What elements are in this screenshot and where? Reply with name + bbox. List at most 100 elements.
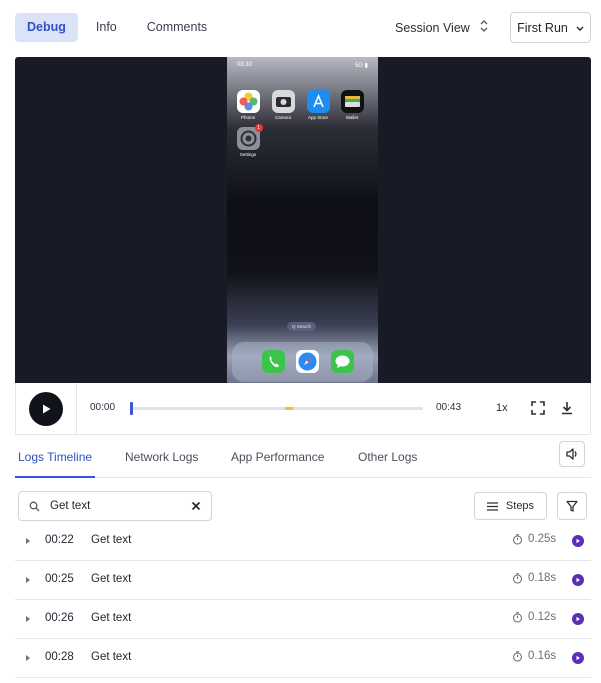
log-command: Get text xyxy=(91,534,132,546)
expand-caret-icon[interactable] xyxy=(26,655,30,661)
log-duration: 0.25s xyxy=(512,533,556,545)
home-search-pill: Q Search xyxy=(287,322,316,331)
app-photos: Photos xyxy=(236,90,260,120)
log-duration-value: 0.25s xyxy=(528,533,557,545)
device-dock xyxy=(232,342,373,382)
search-icon xyxy=(29,501,40,511)
log-timestamp: 00:25 xyxy=(45,573,74,585)
chevron-updown-icon xyxy=(480,19,488,36)
top-tabs: Debug Info Comments xyxy=(15,13,219,42)
app-store-icon xyxy=(306,90,330,113)
download-icon[interactable] xyxy=(559,400,575,416)
app-label: App Store xyxy=(307,115,328,120)
tab-info[interactable]: Info xyxy=(84,13,129,42)
chevron-down-icon xyxy=(576,21,584,35)
safari-icon xyxy=(295,350,319,373)
log-command: Get text xyxy=(91,573,132,585)
device-screen: 08:33 5G ▮ Photos Camera App Store Walle… xyxy=(227,57,378,383)
filter-icon xyxy=(566,500,578,512)
stopwatch-icon xyxy=(512,650,523,662)
app-camera: Camera xyxy=(271,90,295,120)
play-icon xyxy=(43,404,51,413)
dock-safari xyxy=(295,350,319,373)
tab-debug[interactable]: Debug xyxy=(15,13,78,42)
filter-button[interactable] xyxy=(557,492,587,520)
stopwatch-icon xyxy=(512,611,523,623)
dock-messages xyxy=(330,350,354,373)
stopwatch-icon xyxy=(512,533,523,545)
expand-caret-icon[interactable] xyxy=(26,577,30,583)
fullscreen-icon[interactable] xyxy=(530,400,546,416)
steps-button[interactable]: Steps xyxy=(474,492,547,520)
run-select-label: First Run xyxy=(517,20,568,35)
log-timestamp: 00:22 xyxy=(45,534,74,546)
log-search xyxy=(18,491,212,521)
settings-icon: 1 xyxy=(236,124,263,150)
messages-icon xyxy=(330,350,354,373)
log-row[interactable]: 00:26 Get text 0.12s xyxy=(15,600,591,639)
camera-icon xyxy=(271,90,295,113)
sound-button[interactable] xyxy=(559,441,585,467)
log-timestamp: 00:28 xyxy=(45,651,74,663)
log-row[interactable]: 00:22 Get text 0.25s xyxy=(15,522,591,561)
session-view-select[interactable]: Session View xyxy=(395,13,488,42)
app-label: Camera xyxy=(274,115,291,120)
total-time: 00:43 xyxy=(436,402,462,413)
log-duration-value: 0.18s xyxy=(528,572,557,584)
log-command: Get text xyxy=(91,651,132,663)
log-duration-value: 0.16s xyxy=(528,650,557,662)
log-timestamp: 00:26 xyxy=(45,612,74,624)
current-time: 00:00 xyxy=(90,402,116,413)
log-row[interactable]: 00:28 Get text 0.16s xyxy=(15,639,591,678)
playback-speed-button[interactable]: 1x xyxy=(496,402,508,414)
status-icon xyxy=(572,613,584,625)
list-icon xyxy=(486,501,498,511)
log-tabs: Logs Timeline Network Logs App Performan… xyxy=(15,441,591,478)
app-app-store: App Store xyxy=(306,90,330,120)
active-tab-indicator xyxy=(15,476,95,478)
expand-caret-icon[interactable] xyxy=(26,616,30,622)
speaker-icon xyxy=(566,448,577,460)
log-duration: 0.12s xyxy=(512,611,556,623)
app-settings: 1 Settings xyxy=(236,124,263,157)
play-button[interactable] xyxy=(29,391,63,426)
play-area xyxy=(16,383,77,434)
status-icon xyxy=(572,535,584,547)
app-label: Wallet xyxy=(345,115,359,120)
search-input[interactable] xyxy=(50,500,170,512)
stopwatch-icon xyxy=(512,572,523,584)
close-icon[interactable] xyxy=(191,501,201,511)
log-command: Get text xyxy=(91,612,132,624)
tab-app-performance[interactable]: App Performance xyxy=(231,450,324,464)
run-select[interactable]: First Run xyxy=(510,12,591,43)
phone-icon xyxy=(261,350,285,373)
expand-caret-icon[interactable] xyxy=(26,538,30,544)
tab-comments[interactable]: Comments xyxy=(135,13,219,42)
log-duration: 0.16s xyxy=(512,650,556,662)
log-duration-value: 0.12s xyxy=(528,611,557,623)
app-label: Photos xyxy=(240,115,255,120)
status-icon xyxy=(572,652,584,664)
seek-handle[interactable] xyxy=(130,402,133,415)
seek-bar[interactable] xyxy=(130,402,423,415)
tab-other-logs[interactable]: Other Logs xyxy=(358,450,417,464)
tab-logs-timeline[interactable]: Logs Timeline xyxy=(18,450,92,464)
wallet-icon xyxy=(340,90,364,113)
session-view-label: Session View xyxy=(395,20,470,35)
dock-phone xyxy=(261,350,285,373)
photos-icon xyxy=(236,90,260,113)
app-wallet: Wallet xyxy=(340,90,364,120)
log-duration: 0.18s xyxy=(512,572,556,584)
device-time: 08:33 xyxy=(237,62,253,68)
log-row[interactable]: 00:25 Get text 0.18s xyxy=(15,561,591,600)
player-controls: 00:00 00:43 1x xyxy=(15,383,591,435)
video-player[interactable]: 08:33 5G ▮ Photos Camera App Store Walle… xyxy=(15,57,591,383)
steps-label: Steps xyxy=(505,500,535,512)
seek-marker xyxy=(285,407,294,410)
tab-network-logs[interactable]: Network Logs xyxy=(125,450,198,464)
device-status-bar: 08:33 5G ▮ xyxy=(237,62,368,69)
status-icon xyxy=(572,574,584,586)
app-label: Settings xyxy=(239,152,257,157)
device-signal: 5G ▮ xyxy=(355,63,368,69)
notification-badge: 1 xyxy=(254,124,263,132)
